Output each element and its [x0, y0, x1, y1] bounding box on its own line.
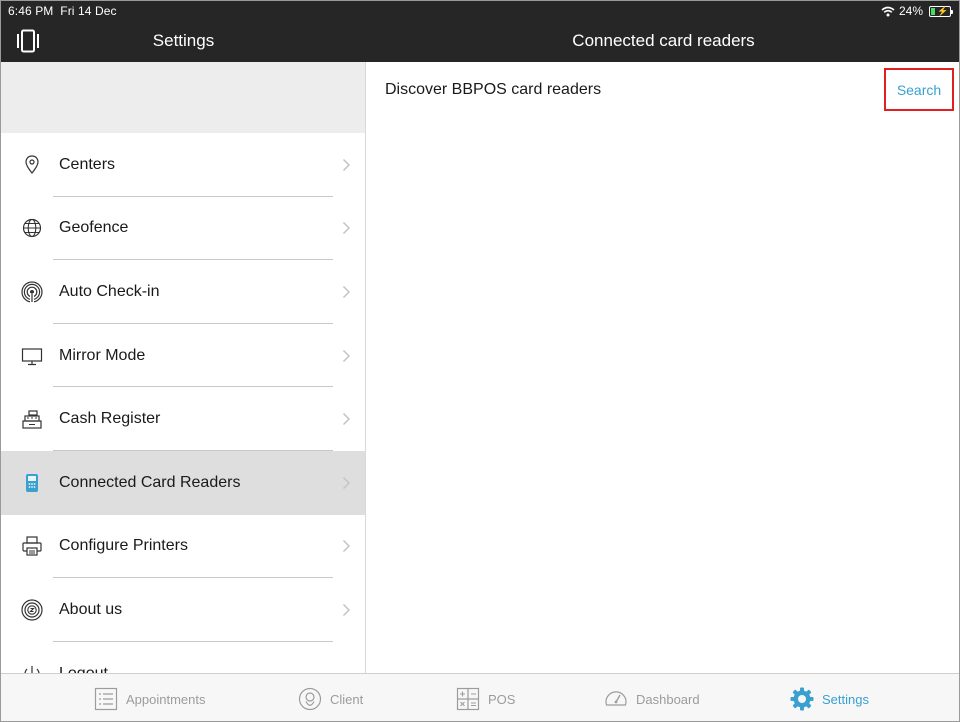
sidebar-item-label: Logout	[59, 665, 108, 673]
chevron-right-icon	[342, 158, 351, 171]
sidebar-item-logout[interactable]: Logout	[1, 642, 365, 673]
battery-level	[931, 7, 935, 15]
battery-icon: ⚡	[929, 5, 953, 17]
page-title: Connected card readers	[572, 31, 755, 50]
tab-client[interactable]: Client	[298, 674, 364, 721]
cash-register-icon	[22, 410, 42, 429]
tab-appointments[interactable]: Appointments	[94, 674, 206, 721]
sidebar-item-connected-card-readers[interactable]: Connected Card Readers	[1, 450, 365, 515]
tab-pos[interactable]: POS	[456, 674, 516, 721]
list-icon	[94, 687, 118, 711]
printer-icon	[22, 536, 42, 556]
sidebar-item-centers[interactable]: Centers	[1, 133, 365, 197]
sidebar-item-label: Mirror Mode	[59, 346, 146, 364]
sidebar-item-auto-check-in[interactable]: Auto Check-in	[1, 260, 365, 324]
tab-bar: Appointments Client POS Dashboard Settin…	[1, 673, 959, 721]
sidebar-item-mirror-mode[interactable]: Mirror Mode	[1, 324, 365, 388]
sidebar-item-label: Centers	[59, 155, 116, 173]
globe-icon	[22, 219, 42, 238]
chevron-right-icon	[342, 603, 351, 616]
content-pane: Discover BBPOS card readers Search	[366, 62, 959, 673]
sidebar-item-cash-register[interactable]: Cash Register	[1, 387, 365, 451]
settings-title: Settings	[152, 31, 215, 50]
chevron-right-icon	[342, 476, 351, 489]
sidebar-item-geofence[interactable]: Geofence	[1, 197, 365, 261]
gauge-icon	[605, 691, 627, 706]
sidebar-item-label: Geofence	[59, 219, 129, 237]
app-window: 6:46 PM Fri 14 Dec 24% ⚡ Settings Connec…	[0, 0, 960, 722]
tab-settings[interactable]: Settings	[790, 674, 869, 721]
charging-icon: ⚡	[937, 5, 949, 16]
status-time: 6:46 PM Fri 14 Dec	[8, 4, 117, 18]
top-bar: 6:46 PM Fri 14 Dec 24% ⚡ Settings Connec…	[1, 1, 959, 62]
battery-percent: 24%	[898, 4, 923, 18]
person-icon	[298, 687, 322, 711]
chevron-right-icon	[342, 540, 351, 553]
sidebar-item-label: About us	[59, 600, 123, 618]
chevron-right-icon	[342, 285, 351, 299]
tab-label: POS	[488, 691, 516, 707]
tab-label: Settings	[822, 691, 869, 707]
monitor-icon	[21, 347, 43, 365]
info-badge-icon	[21, 599, 43, 621]
search-button[interactable]: Search	[884, 68, 954, 111]
tab-label: Dashboard	[636, 691, 700, 707]
power-icon	[24, 665, 40, 673]
tab-label: Client	[330, 691, 364, 707]
settings-sidebar: Centers Geofence Auto Check-in Mirror Mo…	[1, 62, 366, 673]
chevron-right-icon	[342, 349, 351, 362]
sidebar-item-label: Configure Printers	[59, 537, 188, 555]
tab-label: Appointments	[126, 691, 206, 707]
gear-icon	[790, 687, 814, 711]
sidebar-item-label: Auto Check-in	[59, 282, 160, 300]
broadcast-icon	[21, 281, 43, 303]
sidebar-item-label: Cash Register	[59, 410, 161, 428]
sidebar-item-configure-printers[interactable]: Configure Printers	[1, 515, 365, 579]
sidebar-header	[1, 62, 365, 133]
chevron-right-icon	[342, 222, 351, 235]
sidebar-item-about-us[interactable]: About us	[1, 578, 365, 642]
wifi-icon	[881, 6, 895, 16]
discover-label: Discover BBPOS card readers	[385, 81, 602, 98]
calculator-icon	[456, 687, 480, 711]
status-right: 24% ⚡	[881, 4, 953, 18]
location-pin-icon	[25, 155, 39, 174]
chevron-right-icon	[342, 413, 351, 426]
sidebar-item-label: Connected Card Readers	[59, 473, 241, 491]
card-reader-icon	[26, 473, 38, 492]
tab-dashboard[interactable]: Dashboard	[604, 674, 700, 721]
